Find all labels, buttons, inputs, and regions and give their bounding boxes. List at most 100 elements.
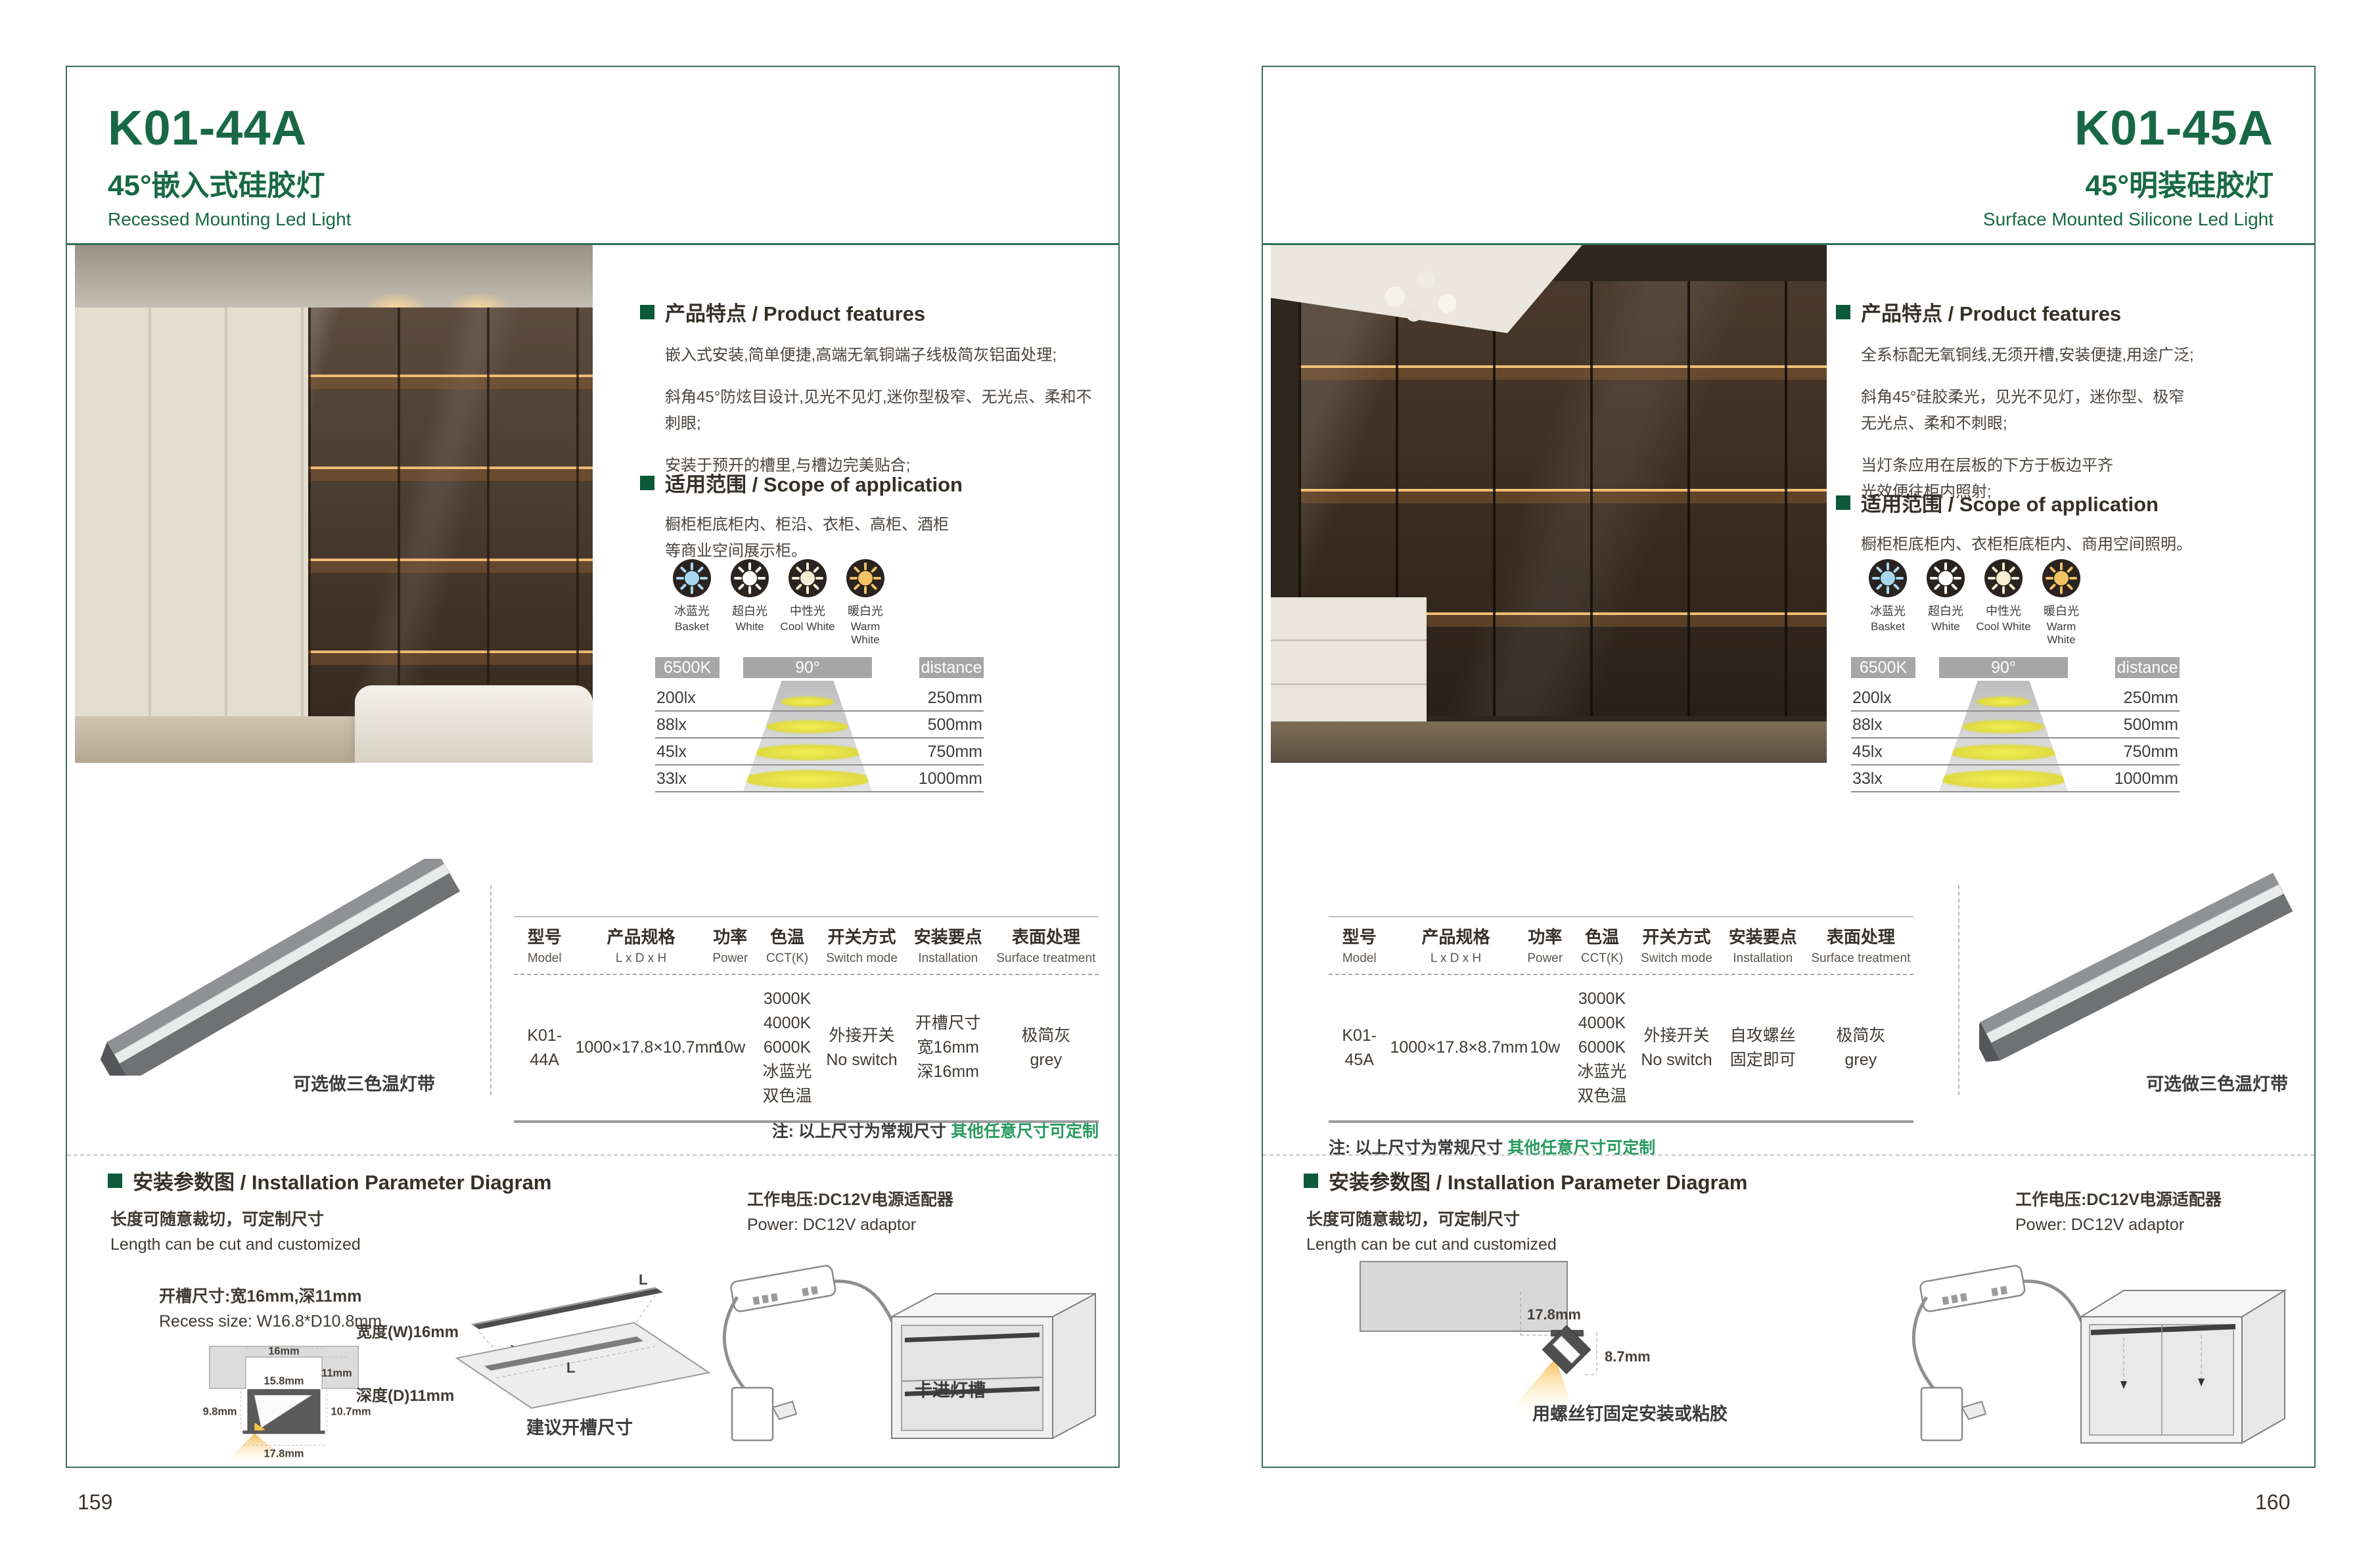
sun-icon [1984,559,2023,598]
sun-icon [1926,559,1965,598]
icon-ice-blue: 冰蓝光 Basket [663,559,721,647]
product-model: K01-45A [1983,104,2274,152]
installation-heading: 安装参数图 / Installation Parameter Diagram [108,1166,551,1195]
beam-row: 200lx250mm [655,685,984,712]
sun-icon [1868,559,1908,598]
svg-text:17.8mm: 17.8mm [264,1448,304,1459]
beam-row: 33lx1000mm [655,765,984,792]
features-section: 产品特点 / Product features 嵌入式安装,简单便捷,高端无氧铜… [640,297,1100,479]
spec-table-header: 型号Model 产品规格L x D x H 功率Power 色温CCT(K) 开… [514,916,1099,975]
beam-row: 45lx750mm [655,739,984,765]
power-note: 工作电压:DC12V电源适配器 Power: DC12V adaptor [747,1187,953,1237]
square-bullet-icon [1836,305,1850,319]
light-spec-panel: 冰蓝光 Basket 超白光 White 中性光 Cool White 暖白光 … [655,559,984,792]
aluminum-profile-drawing [87,859,481,1076]
icon-white: 超白光 White [721,559,779,647]
catalog-spread: K01-44A 45°嵌入式硅胶灯 Recessed Mounting Led … [0,0,2380,1552]
product-title-block: K01-44A 45°嵌入式硅胶灯 Recessed Mounting Led … [108,104,351,230]
icon-cool-white: 中性光 Cool White [1975,559,2032,647]
svg-text:9.8mm: 9.8mm [203,1405,237,1417]
svg-text:15.8mm: 15.8mm [264,1375,304,1387]
svg-text:L: L [566,1359,575,1376]
scope-section: 适用范围 / Scope of application 橱柜柜底柜内、柜沿、衣柜… [640,468,1100,564]
sun-icon [846,559,885,598]
ceiling-lights [75,245,593,308]
sun-icon [788,559,827,598]
flowers [1360,261,1478,346]
length-note: 长度可随意裁切，可定制尺寸 Length can be cut and cust… [1306,1207,1557,1257]
icon-warm-white: 暖白光 Warm White [836,559,894,647]
scope-heading: 适用范围 / Scope of application [1836,488,2296,517]
spec-table-header: 型号Model 产品规格L x D x H 功率Power 色温CCT(K) 开… [1329,916,1913,975]
profile-product-image: 可选做三色温灯带 [1979,859,2295,1095]
product-subtitle-zh: 45°明装硅胶灯 [1983,162,2274,204]
svg-text:10.7mm: 10.7mm [331,1405,371,1417]
feature-line: 斜角45°防炫目设计,见光不见灯,迷你型极窄、无光点、柔和不刺眼; [665,384,1100,437]
cabinet-caption: 卡进灯槽 [915,1376,986,1402]
beam-distance-table: 200lx250mm 88lx500mm 45lx750mm 33lx1000m… [655,685,984,792]
vertical-dashed-separator [490,885,492,1095]
spec-table: 型号Model 产品规格L x D x H 功率Power 色温CCT(K) 开… [514,916,1099,1123]
page-k01-44a: K01-44A 45°嵌入式硅胶灯 Recessed Mounting Led … [66,66,1120,1468]
horizontal-dashed-separator [1263,1154,2314,1156]
bed [355,685,593,763]
svg-text:L: L [639,1273,647,1288]
beam-header-bars: 6500K 90° distance [1851,657,2180,678]
recess-size-note: 开槽尺寸:宽16mm,深11mm Recess size: W16.8*D10.… [159,1284,382,1334]
spec-table: 型号Model 产品规格L x D x H 功率Power 色温CCT(K) 开… [1329,916,1913,1123]
scope-text: 橱柜柜底柜内、衣柜柜底柜内、商用空间照明。 [1861,532,2296,558]
wardrobe-panels [75,297,308,721]
room-photo [1271,245,1827,763]
surface-mount-diagram: 17.8mm 8.7mm [1355,1256,1697,1417]
page-k01-45a: K01-45A 45°明装硅胶灯 Surface Mounted Silicon… [1262,66,2316,1468]
custom-size-note: 注: 以上尺寸为常规尺寸 其他任意尺寸可定制 [772,1118,1099,1142]
distance-bar: distance [2115,657,2180,678]
beam-row: 45lx750mm [1851,739,2180,765]
svg-text:建议开槽尺寸: 建议开槽尺寸 [526,1418,633,1438]
profile-caption: 可选做三色温灯带 [2146,1070,2288,1095]
feature-line: 全系标配无氧铜线,无须开槽,安装便捷,用途广泛; [1861,342,2296,369]
profile-product-image: 可选做三色温灯带 [87,859,481,1095]
product-subtitle-en: Surface Mounted Silicone Led Light [1983,209,2274,230]
square-bullet-icon [108,1174,122,1188]
beam-row: 88lx500mm [1851,712,2180,739]
length-note: 长度可随意裁切，可定制尺寸 Length can be cut and cust… [110,1207,361,1257]
spec-table-row: K01-44A 1000×17.8×10.7mm 10w 3000K 4000K… [514,975,1099,1123]
feature-line: 斜角45°硅胶柔光，见光不见灯，迷你型、极窄 无光点、柔和不刺眼; [1861,384,2296,437]
scope-text: 橱柜柜底柜内、柜沿、衣柜、高柜、酒柜 等商业空间展示柜。 [665,512,1100,564]
feature-line: 嵌入式安装,简单便捷,高端无氧铜端子线极简灰铝面处理; [665,342,1100,369]
aluminum-profile-drawing [1979,859,2295,1076]
beam-row: 33lx1000mm [1851,765,2180,792]
beam-header-bars: 6500K 90° distance [655,657,984,678]
product-model: K01-44A [108,104,351,152]
product-title-block: K01-45A 45°明装硅胶灯 Surface Mounted Silicon… [1983,104,2274,230]
icon-cool-white: 中性光 Cool White [779,559,836,647]
beam-row: 200lx250mm [1851,685,2180,712]
angle-bar: 90° [1939,657,2068,678]
features-heading: 产品特点 / Product features [640,297,1100,327]
sun-icon [672,559,712,598]
kelvin-bar: 6500K [655,657,720,678]
adaptor-cabinet-diagram [718,1238,1105,1455]
mount-caption: 用螺丝钉固定安装或粘胶 [1532,1400,1728,1425]
square-bullet-icon [1836,495,1850,510]
scope-heading: 适用范围 / Scope of application [640,468,1100,497]
horizontal-dashed-separator [67,1154,1118,1156]
icon-white: 超白光 White [1917,559,1975,647]
page-number-left: 159 [78,1490,112,1515]
floor [1271,721,1827,763]
island-drawers [1271,597,1427,727]
sun-icon [2042,559,2081,598]
square-bullet-icon [640,476,654,490]
room-photo [75,245,593,763]
features-heading: 产品特点 / Product features [1836,297,2296,327]
color-temp-icons: 冰蓝光 Basket 超白光 White 中性光 Cool White 暖白光 … [663,559,984,647]
installation-heading: 安装参数图 / Installation Parameter Diagram [1304,1166,1747,1195]
svg-text:8.7mm: 8.7mm [1605,1348,1651,1365]
groove-board-diagram: L L 建议开槽尺寸 [438,1273,721,1440]
square-bullet-icon [1304,1174,1318,1188]
square-bullet-icon [640,305,654,319]
color-temp-icons: 冰蓝光 Basket 超白光 White 中性光 Cool White 暖白光 … [1859,559,2180,647]
icon-warm-white: 暖白光 Warm White [2032,559,2090,647]
icon-ice-blue: 冰蓝光 Basket [1859,559,1917,647]
